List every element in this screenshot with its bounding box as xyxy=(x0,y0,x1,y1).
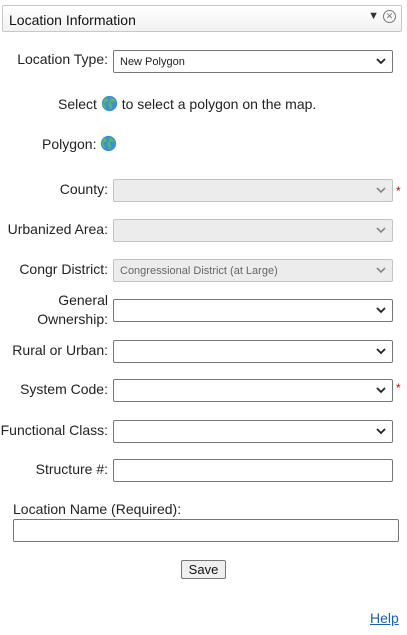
location-type-value: New Polygon xyxy=(120,56,185,68)
save-button[interactable]: Save xyxy=(181,560,226,579)
general-ownership-label: General Ownership: xyxy=(37,292,108,327)
globe-icon[interactable] xyxy=(101,95,118,112)
chevron-down-icon xyxy=(374,263,388,277)
location-name-label: Location Name (Required): xyxy=(13,501,182,517)
instruction-text: Select to select a polygon on the map. xyxy=(58,95,317,112)
chevron-down-icon xyxy=(374,424,388,438)
location-type-label: Location Type: xyxy=(17,51,108,67)
chevron-down-icon xyxy=(374,223,388,237)
location-type-select[interactable]: New Polygon xyxy=(113,50,393,73)
system-code-select[interactable] xyxy=(113,379,393,402)
polygon-label: Polygon: xyxy=(42,136,97,152)
required-marker: * xyxy=(396,381,401,395)
urbanized-area-label: Urbanized Area: xyxy=(7,221,108,237)
congr-district-select[interactable]: Congressional District (at Large) xyxy=(113,259,393,282)
structure-number-label: Structure #: xyxy=(35,461,108,477)
caret-down-icon[interactable]: ▼ xyxy=(368,10,379,22)
system-code-label: System Code: xyxy=(20,381,108,397)
panel-title: Location Information xyxy=(9,12,136,28)
chevron-down-icon xyxy=(374,344,388,358)
chevron-down-icon xyxy=(374,54,388,68)
rural-or-urban-select[interactable] xyxy=(113,340,393,363)
county-select[interactable] xyxy=(113,179,393,202)
rural-or-urban-label: Rural or Urban: xyxy=(12,342,108,358)
county-label: County: xyxy=(59,181,108,197)
circle-close-icon[interactable]: ✕ xyxy=(383,10,396,23)
functional-class-label: Functional Class: xyxy=(0,422,108,438)
congr-district-label: Congr District: xyxy=(19,261,108,277)
structure-number-input[interactable] xyxy=(113,459,393,482)
congr-district-value: Congressional District (at Large) xyxy=(120,265,278,277)
functional-class-select[interactable] xyxy=(113,420,393,443)
panel-header: Location Information ▼ ✕ xyxy=(2,5,402,32)
location-name-input[interactable] xyxy=(13,519,399,542)
urbanized-area-select[interactable] xyxy=(113,219,393,242)
chevron-down-icon xyxy=(374,383,388,397)
general-ownership-select[interactable] xyxy=(113,299,393,322)
help-link[interactable]: Help xyxy=(370,610,399,626)
required-marker: * xyxy=(396,184,401,198)
polygon-row: Polygon: xyxy=(42,135,117,152)
chevron-down-icon xyxy=(374,183,388,197)
chevron-down-icon xyxy=(374,303,388,317)
globe-icon[interactable] xyxy=(100,135,117,152)
